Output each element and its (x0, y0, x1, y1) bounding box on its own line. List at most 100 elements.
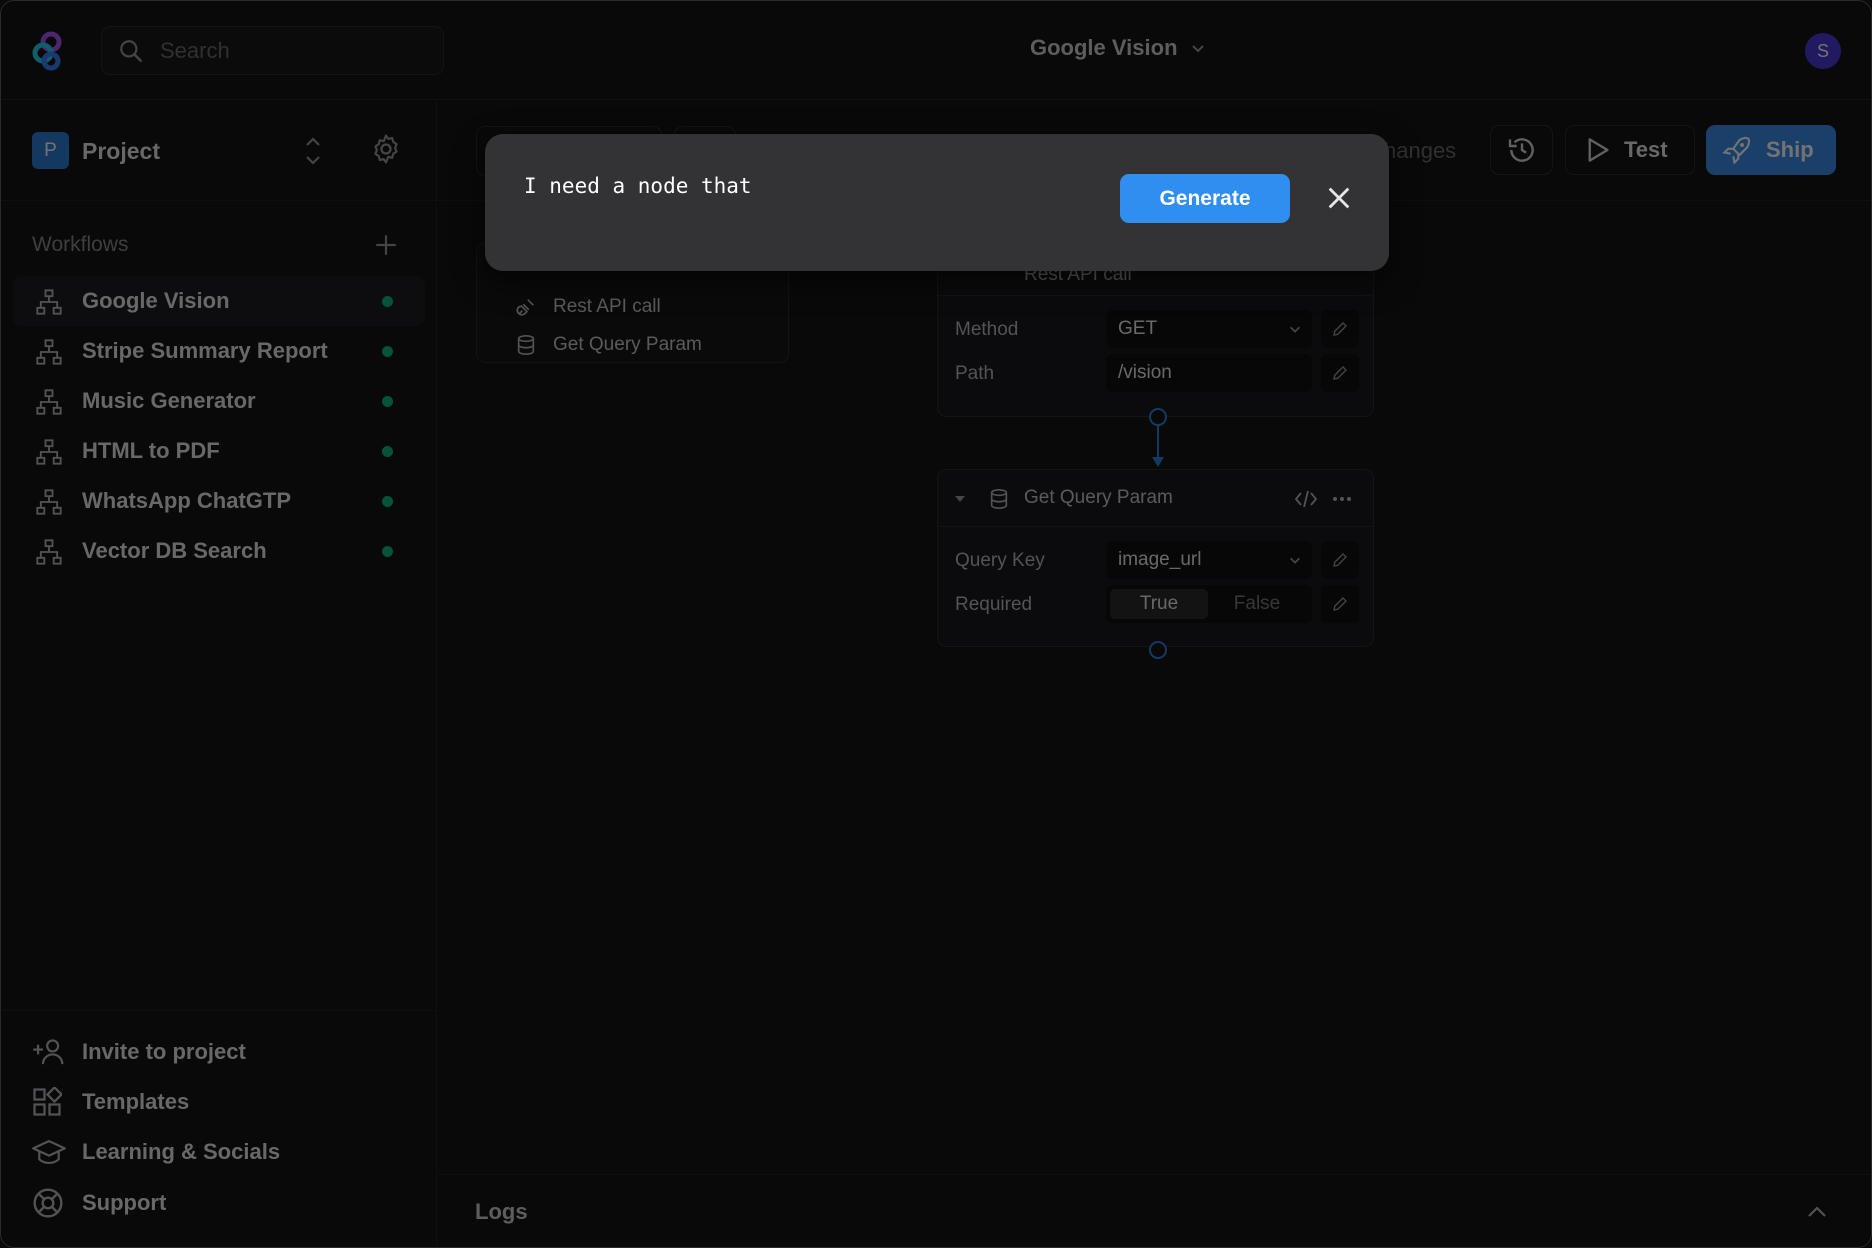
outline-item-label: Get Query Param (553, 334, 702, 355)
status-dot (382, 346, 393, 357)
workflow-title: Google Vision (1030, 35, 1178, 60)
app-logo[interactable] (31, 31, 67, 71)
outline-item-get-query-param[interactable]: Get Query Param (515, 334, 702, 356)
sidebar-footer: Invite to project Templates Learning & S… (1, 1010, 437, 1247)
ship-button[interactable]: Ship (1706, 125, 1836, 175)
outline-item-label: Rest API call (553, 296, 661, 317)
search-input[interactable]: Search (101, 26, 444, 75)
chevron-up-icon[interactable] (1806, 1203, 1828, 1221)
add-workflow-icon[interactable] (373, 232, 399, 258)
edit-path-button[interactable] (1321, 354, 1359, 392)
changes-label[interactable]: hanges (1384, 138, 1456, 164)
sidebar-item-label: Vector DB Search (82, 538, 267, 563)
workflow-icon (36, 289, 62, 315)
edit-query-key-button[interactable] (1321, 541, 1359, 579)
project-selector[interactable]: P Project (1, 100, 437, 201)
search-icon (120, 39, 142, 62)
top-bar: Search Google Vision S (1, 1, 1871, 100)
history-button[interactable] (1490, 125, 1553, 175)
workflow-icon (36, 539, 62, 565)
sidebar-item-html-to-pdf[interactable]: HTML to PDF (13, 426, 425, 476)
sidebar-item-label: Stripe Summary Report (82, 338, 328, 363)
status-dot (382, 546, 393, 557)
sidebar: P Project Workflows Google Vision Stripe… (1, 100, 437, 1247)
sidebar-item-label: Music Generator (82, 388, 256, 413)
templates-icon (33, 1087, 62, 1116)
sidebar-item-google-vision[interactable]: Google Vision (13, 276, 425, 326)
workflow-icon (36, 439, 62, 465)
close-icon[interactable] (1325, 184, 1353, 212)
node-get-query-param[interactable]: Get Query Param Query Key image_url Requ… (937, 469, 1374, 647)
output-port[interactable] (1145, 637, 1171, 663)
query-key-select[interactable]: image_url (1106, 541, 1312, 579)
sidebar-item-label: Google Vision (82, 288, 230, 313)
main-area: hanges Test Ship Rest API call Get Query… (438, 100, 1871, 1247)
pencil-icon (1333, 597, 1347, 611)
node-connector (1149, 408, 1167, 467)
node-title: Get Query Param (1024, 487, 1173, 508)
code-icon[interactable] (1294, 488, 1318, 510)
outline-item-rest-api[interactable]: Rest API call (515, 296, 661, 318)
logs-label: Logs (475, 1199, 528, 1224)
status-dot (382, 446, 393, 457)
pencil-icon (1333, 322, 1347, 336)
false-option[interactable]: False (1208, 589, 1306, 619)
sidebar-item-label: HTML to PDF (82, 438, 220, 463)
test-label: Test (1624, 137, 1668, 162)
caret-down-icon[interactable] (954, 494, 966, 504)
database-icon (517, 335, 535, 355)
avatar[interactable]: S (1805, 33, 1841, 69)
test-button[interactable]: Test (1565, 125, 1695, 175)
support-link[interactable]: Support (32, 1187, 166, 1219)
user-plus-icon (33, 1039, 64, 1065)
sidebar-item-label: WhatsApp ChatGTP (82, 488, 291, 513)
workflow-canvas[interactable]: Rest API call Get Query Param Rest API c… (438, 201, 1871, 1174)
sidebar-item-whatsapp-chatgtp[interactable]: WhatsApp ChatGTP (13, 476, 425, 526)
support-label: Support (82, 1190, 167, 1215)
workflow-icon (36, 389, 62, 415)
logs-panel[interactable]: Logs (438, 1174, 1871, 1247)
chevron-down-icon (1290, 557, 1300, 564)
workflow-icon (36, 489, 62, 515)
chevron-updown-icon[interactable] (301, 133, 325, 169)
node-header[interactable]: Get Query Param (938, 470, 1373, 527)
more-icon[interactable] (1332, 496, 1352, 502)
method-select[interactable]: GET (1106, 310, 1312, 348)
templates-link[interactable]: Templates (32, 1087, 189, 1117)
required-label: Required (955, 594, 1033, 615)
plug-icon (516, 299, 534, 316)
workflow-list: Google Vision Stripe Summary Report Musi… (13, 276, 425, 576)
generate-node-dialog: I need a node that Generate (485, 134, 1389, 271)
templates-label: Templates (82, 1089, 190, 1114)
project-name: Project (82, 138, 160, 164)
path-field[interactable]: /vision (1106, 354, 1312, 392)
lifebuoy-icon (33, 1188, 63, 1218)
sidebar-item-vector-db-search[interactable]: Vector DB Search (13, 526, 425, 576)
play-icon (1588, 138, 1609, 162)
generate-button[interactable]: Generate (1120, 174, 1290, 223)
ship-label: Ship (1766, 137, 1814, 162)
status-dot (382, 496, 393, 507)
pencil-icon (1333, 366, 1347, 380)
sidebar-item-stripe-summary-report[interactable]: Stripe Summary Report (13, 326, 425, 376)
sidebar-item-music-generator[interactable]: Music Generator (13, 376, 425, 426)
pencil-icon (1333, 553, 1347, 567)
workflow-switcher[interactable]: Google Vision (1030, 35, 1206, 61)
learning-socials-link[interactable]: Learning & Socials (32, 1137, 280, 1167)
gear-icon[interactable] (369, 132, 403, 166)
path-label: Path (955, 363, 995, 384)
edit-required-button[interactable] (1321, 585, 1359, 623)
database-icon (990, 489, 1008, 509)
edit-method-button[interactable] (1321, 310, 1359, 348)
rocket-icon (1722, 136, 1751, 165)
true-option[interactable]: True (1110, 589, 1208, 619)
required-toggle[interactable]: True False (1106, 585, 1312, 623)
chevron-down-icon (1290, 326, 1300, 333)
chevron-down-icon (1191, 45, 1204, 53)
workflows-heading: Workflows (32, 233, 129, 256)
prompt-input[interactable]: I need a node that (524, 174, 752, 198)
app-window: Search Google Vision S P Project Workflo… (0, 0, 1872, 1248)
query-key-label: Query Key (955, 550, 1045, 571)
invite-to-project-link[interactable]: Invite to project (32, 1037, 246, 1067)
invite-label: Invite to project (82, 1039, 246, 1064)
